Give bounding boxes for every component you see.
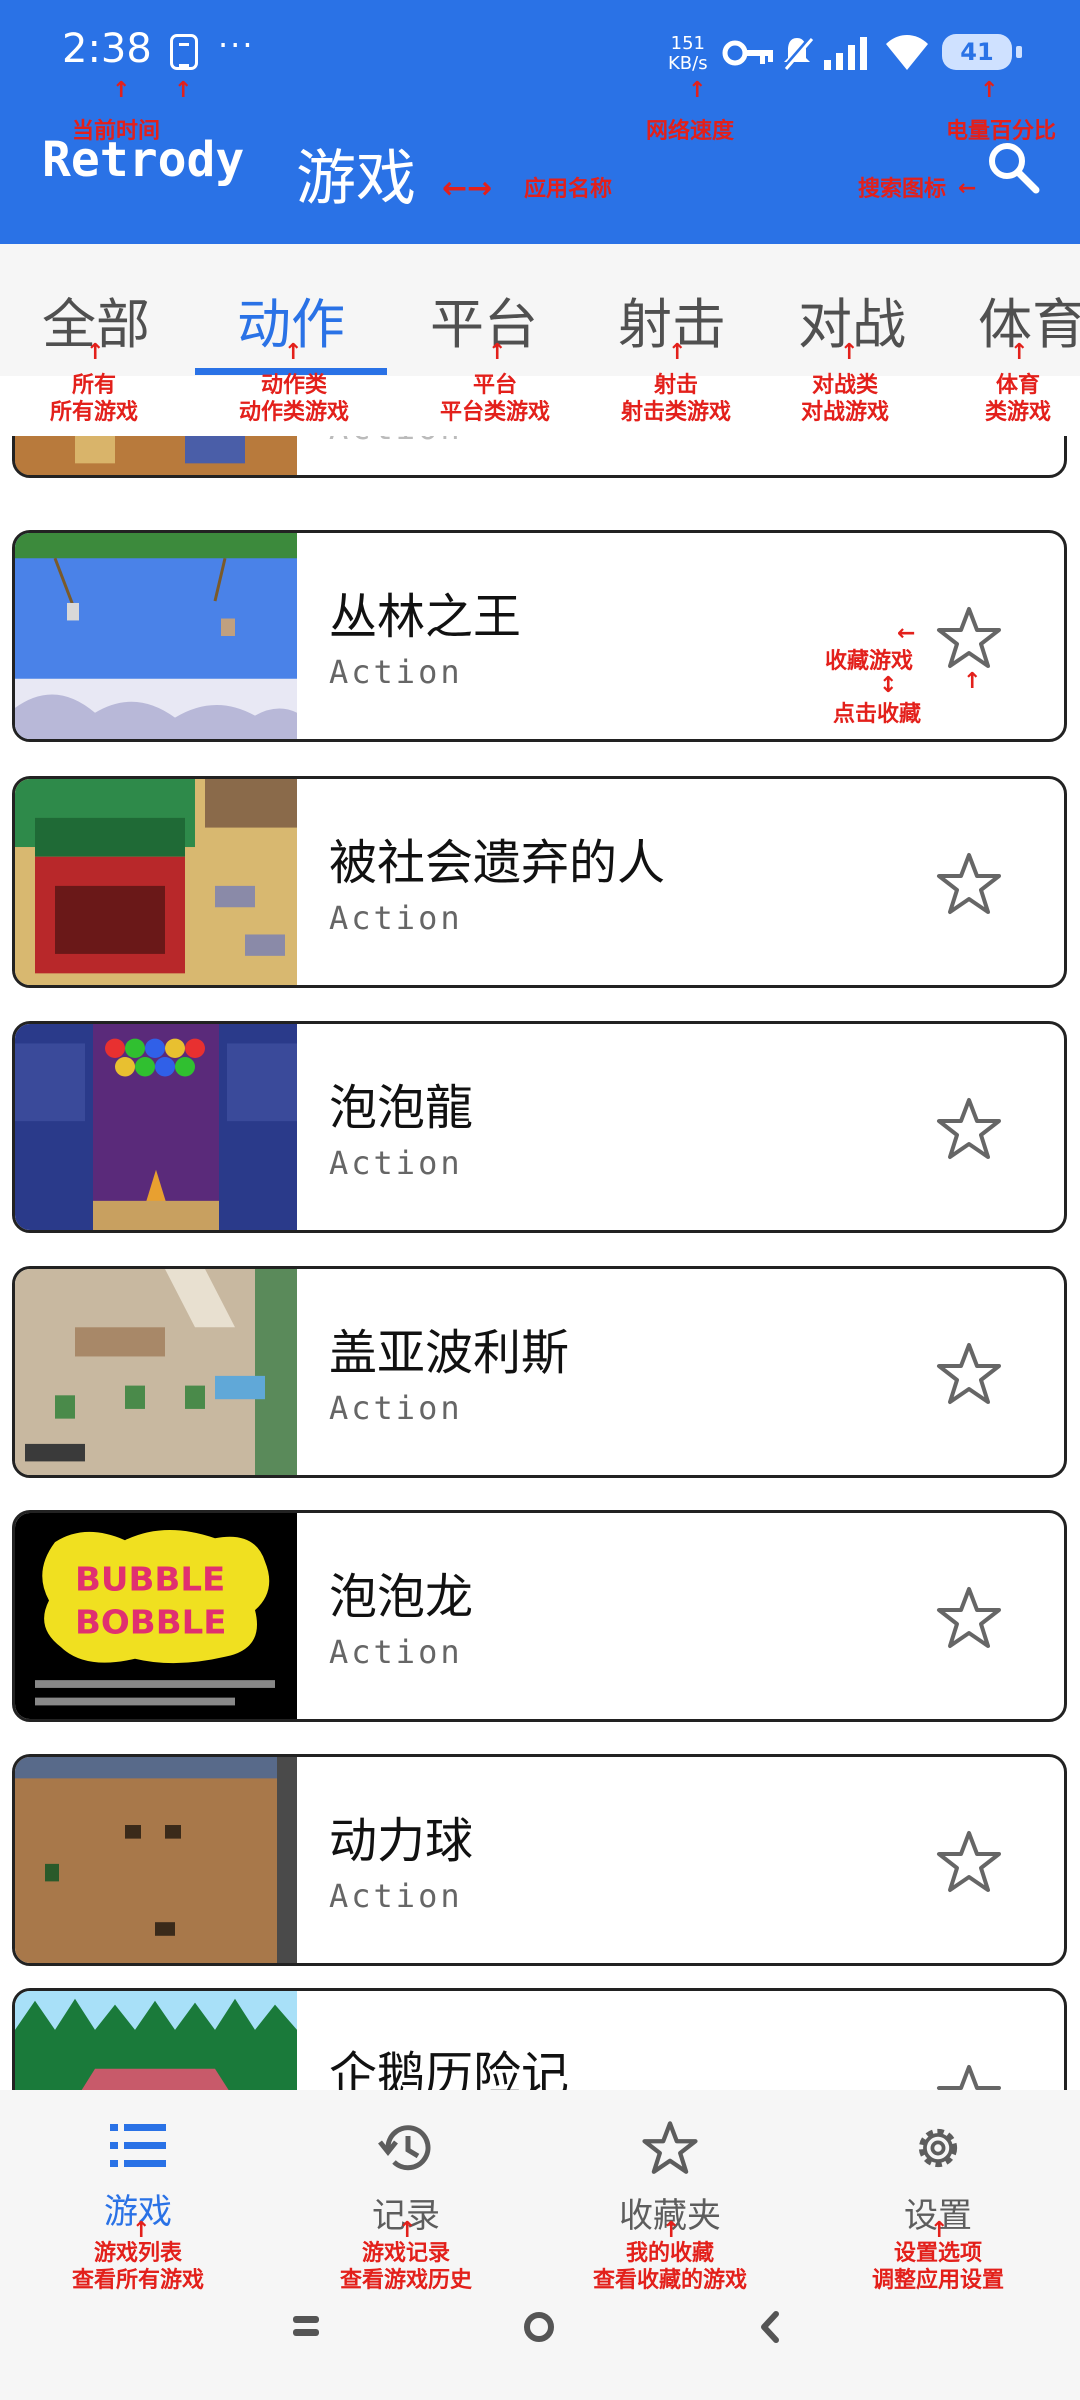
signal-icon — [824, 37, 867, 70]
mute-icon — [782, 36, 814, 70]
game-thumbnail — [15, 1024, 297, 1230]
more-notifications-icon: ··· — [218, 26, 255, 64]
home-icon[interactable] — [522, 2310, 556, 2344]
annotation-arrow: ↑ — [398, 2218, 417, 2243]
annotation-battery: 电量百分比 — [946, 119, 1057, 144]
game-thumbnail — [15, 1757, 297, 1963]
annotation-arrow: ↑ — [86, 340, 105, 365]
game-thumbnail: BUBBLE BOBBLE — [15, 1513, 297, 1719]
status-time: 2:38 — [62, 26, 152, 72]
game-card[interactable]: 泡泡龍 Action — [12, 1021, 1067, 1233]
game-card[interactable]: 企鹅历险记 — [12, 1988, 1067, 2090]
annotation-nav-settings: 设置选项 调整应用设置 — [871, 2241, 1004, 2293]
annotation-arrow: ←→ — [442, 171, 493, 206]
annotation-arrow: ↑ — [668, 340, 687, 365]
game-thumbnail — [15, 1269, 297, 1475]
network-speed: 151 KB/s — [668, 33, 708, 74]
wifi-icon — [886, 35, 928, 70]
favorite-star-icon[interactable] — [935, 851, 1003, 917]
game-card[interactable]: 丛林之王 Action 收藏游戏 ← ↑ ↕ 点击收藏 — [12, 530, 1067, 742]
annotation-arrow: ↑ — [488, 340, 507, 365]
annotation-arrow: ↑ — [840, 340, 859, 365]
notification-icon — [170, 34, 198, 70]
annotation-tab-all: 所有 所有游戏 — [49, 373, 138, 425]
game-genre: Action — [329, 653, 463, 691]
svg-text:BOBBLE: BOBBLE — [75, 1603, 227, 1641]
annotation-arrow: ↑ — [1010, 340, 1029, 365]
annotation-favorite: 收藏游戏 — [825, 649, 914, 674]
annotation-favorite-tap: 点击收藏 — [833, 702, 922, 727]
favorite-star-icon[interactable] — [935, 1829, 1003, 1895]
gear-icon — [918, 2128, 958, 2168]
game-genre: Action — [329, 899, 463, 937]
list-icon — [110, 2124, 166, 2167]
game-card[interactable]: 动力球 Action — [12, 1754, 1067, 1966]
search-icon[interactable] — [986, 140, 1040, 194]
annotation-net-speed: 网络速度 — [646, 119, 735, 144]
game-thumbnail — [15, 533, 297, 739]
annotation-arrow: ↑ — [284, 340, 303, 365]
recent-apps-icon[interactable] — [290, 2310, 322, 2342]
tab-platform[interactable]: 平台 — [430, 280, 538, 359]
tab-sports[interactable]: 体育 — [978, 280, 1080, 359]
game-card[interactable]: BUBBLE BOBBLE 泡泡龙 Action — [12, 1510, 1067, 1722]
annotation-arrow: ↑ — [132, 2218, 151, 2243]
bottom-navigation: 游戏 记录 收藏夹 设置 ↑ 游戏列表 查看所有游戏 ↑ 游戏记录 查看游戏历史 ↑… — [0, 2090, 1080, 2400]
back-icon[interactable] — [756, 2310, 784, 2344]
game-title: 盖亚波利斯 — [329, 1325, 570, 1381]
annotation-tab-sports: 体育 类游戏 — [984, 373, 1051, 425]
history-icon — [378, 2125, 431, 2171]
annotation-tab-fight: 对战类 对战游戏 — [800, 373, 889, 425]
game-title: 被社会遗弃的人 — [329, 835, 666, 891]
favorite-star-icon[interactable] — [935, 1585, 1003, 1651]
game-card[interactable]: 被社会遗弃的人 Action — [12, 776, 1067, 988]
battery-tip — [1016, 46, 1022, 58]
game-title: 丛林之王 — [329, 589, 522, 645]
star-icon — [642, 2121, 698, 2174]
game-title: 泡泡龙 — [329, 1569, 474, 1625]
annotation-arrow: ← — [958, 176, 977, 201]
favorite-star-icon[interactable] — [935, 1096, 1003, 1162]
annotation-nav-games: 游戏列表 查看所有游戏 — [71, 2241, 204, 2293]
annotation-arrow: ↑ — [662, 2218, 681, 2243]
app-header: 2:38 ··· 151 KB/s 41 Retrody 游戏 ↑ 当前时间 ↑… — [0, 0, 1080, 244]
game-title: 企鹅历险记 — [329, 2047, 570, 2090]
annotation-arrow: ↑ — [980, 78, 999, 103]
annotation-arrow: ↑ — [688, 78, 707, 103]
annotation-arrow: ↕ — [879, 673, 898, 698]
favorite-star-icon[interactable] — [935, 1341, 1003, 1407]
svg-text:BUBBLE: BUBBLE — [75, 1560, 225, 1598]
game-title: 泡泡龍 — [329, 1080, 474, 1136]
annotation-tab-action: 动作类 动作类游戏 — [238, 373, 349, 425]
game-card[interactable]: 盖亚波利斯 Action — [12, 1266, 1067, 1478]
annotation-arrow: ↑ — [174, 78, 193, 103]
annotation-tab-shooter: 射击 射击类游戏 — [620, 373, 731, 425]
favorite-star-icon[interactable] — [935, 605, 1003, 671]
game-genre: Action — [329, 1144, 463, 1182]
annotation-search: 搜索图标 — [858, 177, 947, 202]
tab-annotations: ↑ 所有 所有游戏 ↑ 动作类 动作类游戏 ↑ 平台 平台类游戏 ↑ 射击 射击类游戏 … — [0, 342, 1080, 436]
annotation-arrow: ↑ — [930, 2218, 949, 2243]
game-list[interactable]: Action 丛林之王 Action 收藏游戏 ← ↑ ↕ 点击收藏 — [0, 376, 1080, 2090]
game-thumbnail — [15, 1991, 297, 2090]
key-icon — [722, 40, 773, 66]
annotation-tab-platform: 平台 平台类游戏 — [439, 373, 550, 425]
annotation-arrow: ← — [897, 621, 916, 646]
game-genre: Action — [329, 1633, 463, 1671]
annotation-arrow: ↑ — [112, 78, 131, 103]
game-thumbnail — [15, 779, 297, 985]
annotation-arrow: ↑ — [963, 669, 982, 694]
game-genre: Action — [329, 1389, 463, 1427]
category-tabs: 全部 动作 平台 射击 对战 体育 — [0, 244, 1080, 376]
annotation-nav-favorites: 我的收藏 查看收藏的游戏 — [592, 2241, 747, 2293]
page-title: 游戏 — [296, 144, 416, 214]
favorite-star-icon[interactable] — [935, 2063, 1003, 2090]
annotation-app-name: 应用名称 — [524, 177, 613, 202]
annotation-nav-history: 游戏记录 查看游戏历史 — [339, 2241, 472, 2293]
game-title: 动力球 — [329, 1813, 474, 1869]
game-genre: Action — [329, 1877, 463, 1915]
nav-games[interactable]: 游戏 — [38, 2120, 238, 2233]
battery-indicator: 41 — [942, 34, 1012, 70]
annotation-current-time: 当前时间 — [72, 119, 161, 144]
